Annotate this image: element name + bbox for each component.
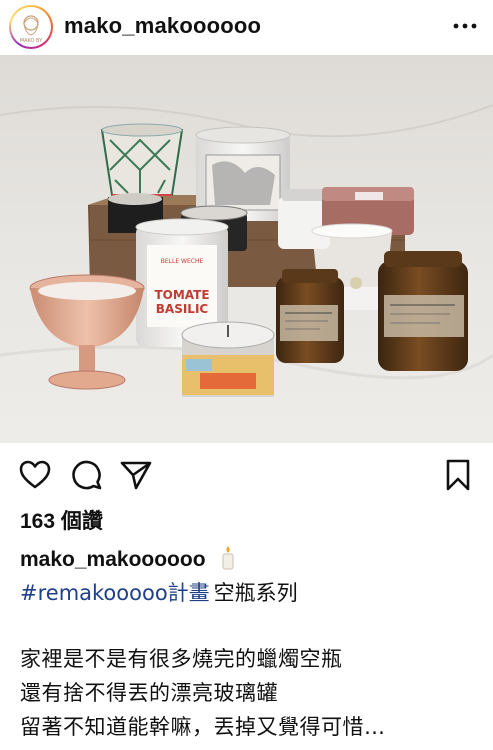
tomate-brand-text: BELLE WECHE <box>161 258 204 265</box>
post-header: MAKO BY mako_makoooooo <box>0 0 493 52</box>
avatar-logo-icon: MAKO BY <box>20 15 43 44</box>
caption-line-1: 家裡是不是有很多燒完的蠟燭空瓶 <box>20 647 343 671</box>
patterned-cup <box>100 123 184 196</box>
hashtag-link[interactable]: #remakooooo計畫 <box>20 581 210 605</box>
avatar-image: MAKO BY <box>11 7 51 47</box>
caption-username[interactable]: mako_makoooooo <box>20 548 206 571</box>
likes-count[interactable]: 163 個讚 <box>20 505 103 535</box>
tomate-line1-text: TOMATE <box>154 288 209 302</box>
amber-jar-large <box>378 251 468 371</box>
candle-icon <box>222 546 234 570</box>
tomate-line2-text: BASILIC <box>156 302 209 316</box>
avatar-logo-text: MAKO BY <box>20 38 43 44</box>
candle-jars-photo: BELLE WECHE TOMATE BASILIC <box>0 55 493 443</box>
caption-line-2: 還有捨不得丟的漂亮玻璃罐 <box>20 681 278 705</box>
more-icon[interactable] <box>452 17 478 35</box>
front-tin <box>181 321 275 397</box>
avatar[interactable]: MAKO BY <box>9 5 53 49</box>
share-icon[interactable] <box>119 458 153 492</box>
bookmark-icon[interactable] <box>441 458 475 492</box>
action-bar <box>0 448 493 500</box>
post-photo[interactable]: BELLE WECHE TOMATE BASILIC <box>0 55 493 443</box>
comment-icon[interactable] <box>69 458 103 492</box>
caption-line-3: 留著不知道能幹嘛，丟掉又覺得可惜… <box>20 715 386 739</box>
caption-username-line: mako_makoooooo <box>20 544 239 572</box>
series-text: 空瓶系列 <box>213 581 298 605</box>
caption-tags: #remakooooo計畫 空瓶系列 <box>20 577 298 607</box>
post-username[interactable]: mako_makoooooo <box>64 13 261 39</box>
heart-icon[interactable] <box>18 458 52 492</box>
amber-jar-small <box>276 269 344 363</box>
